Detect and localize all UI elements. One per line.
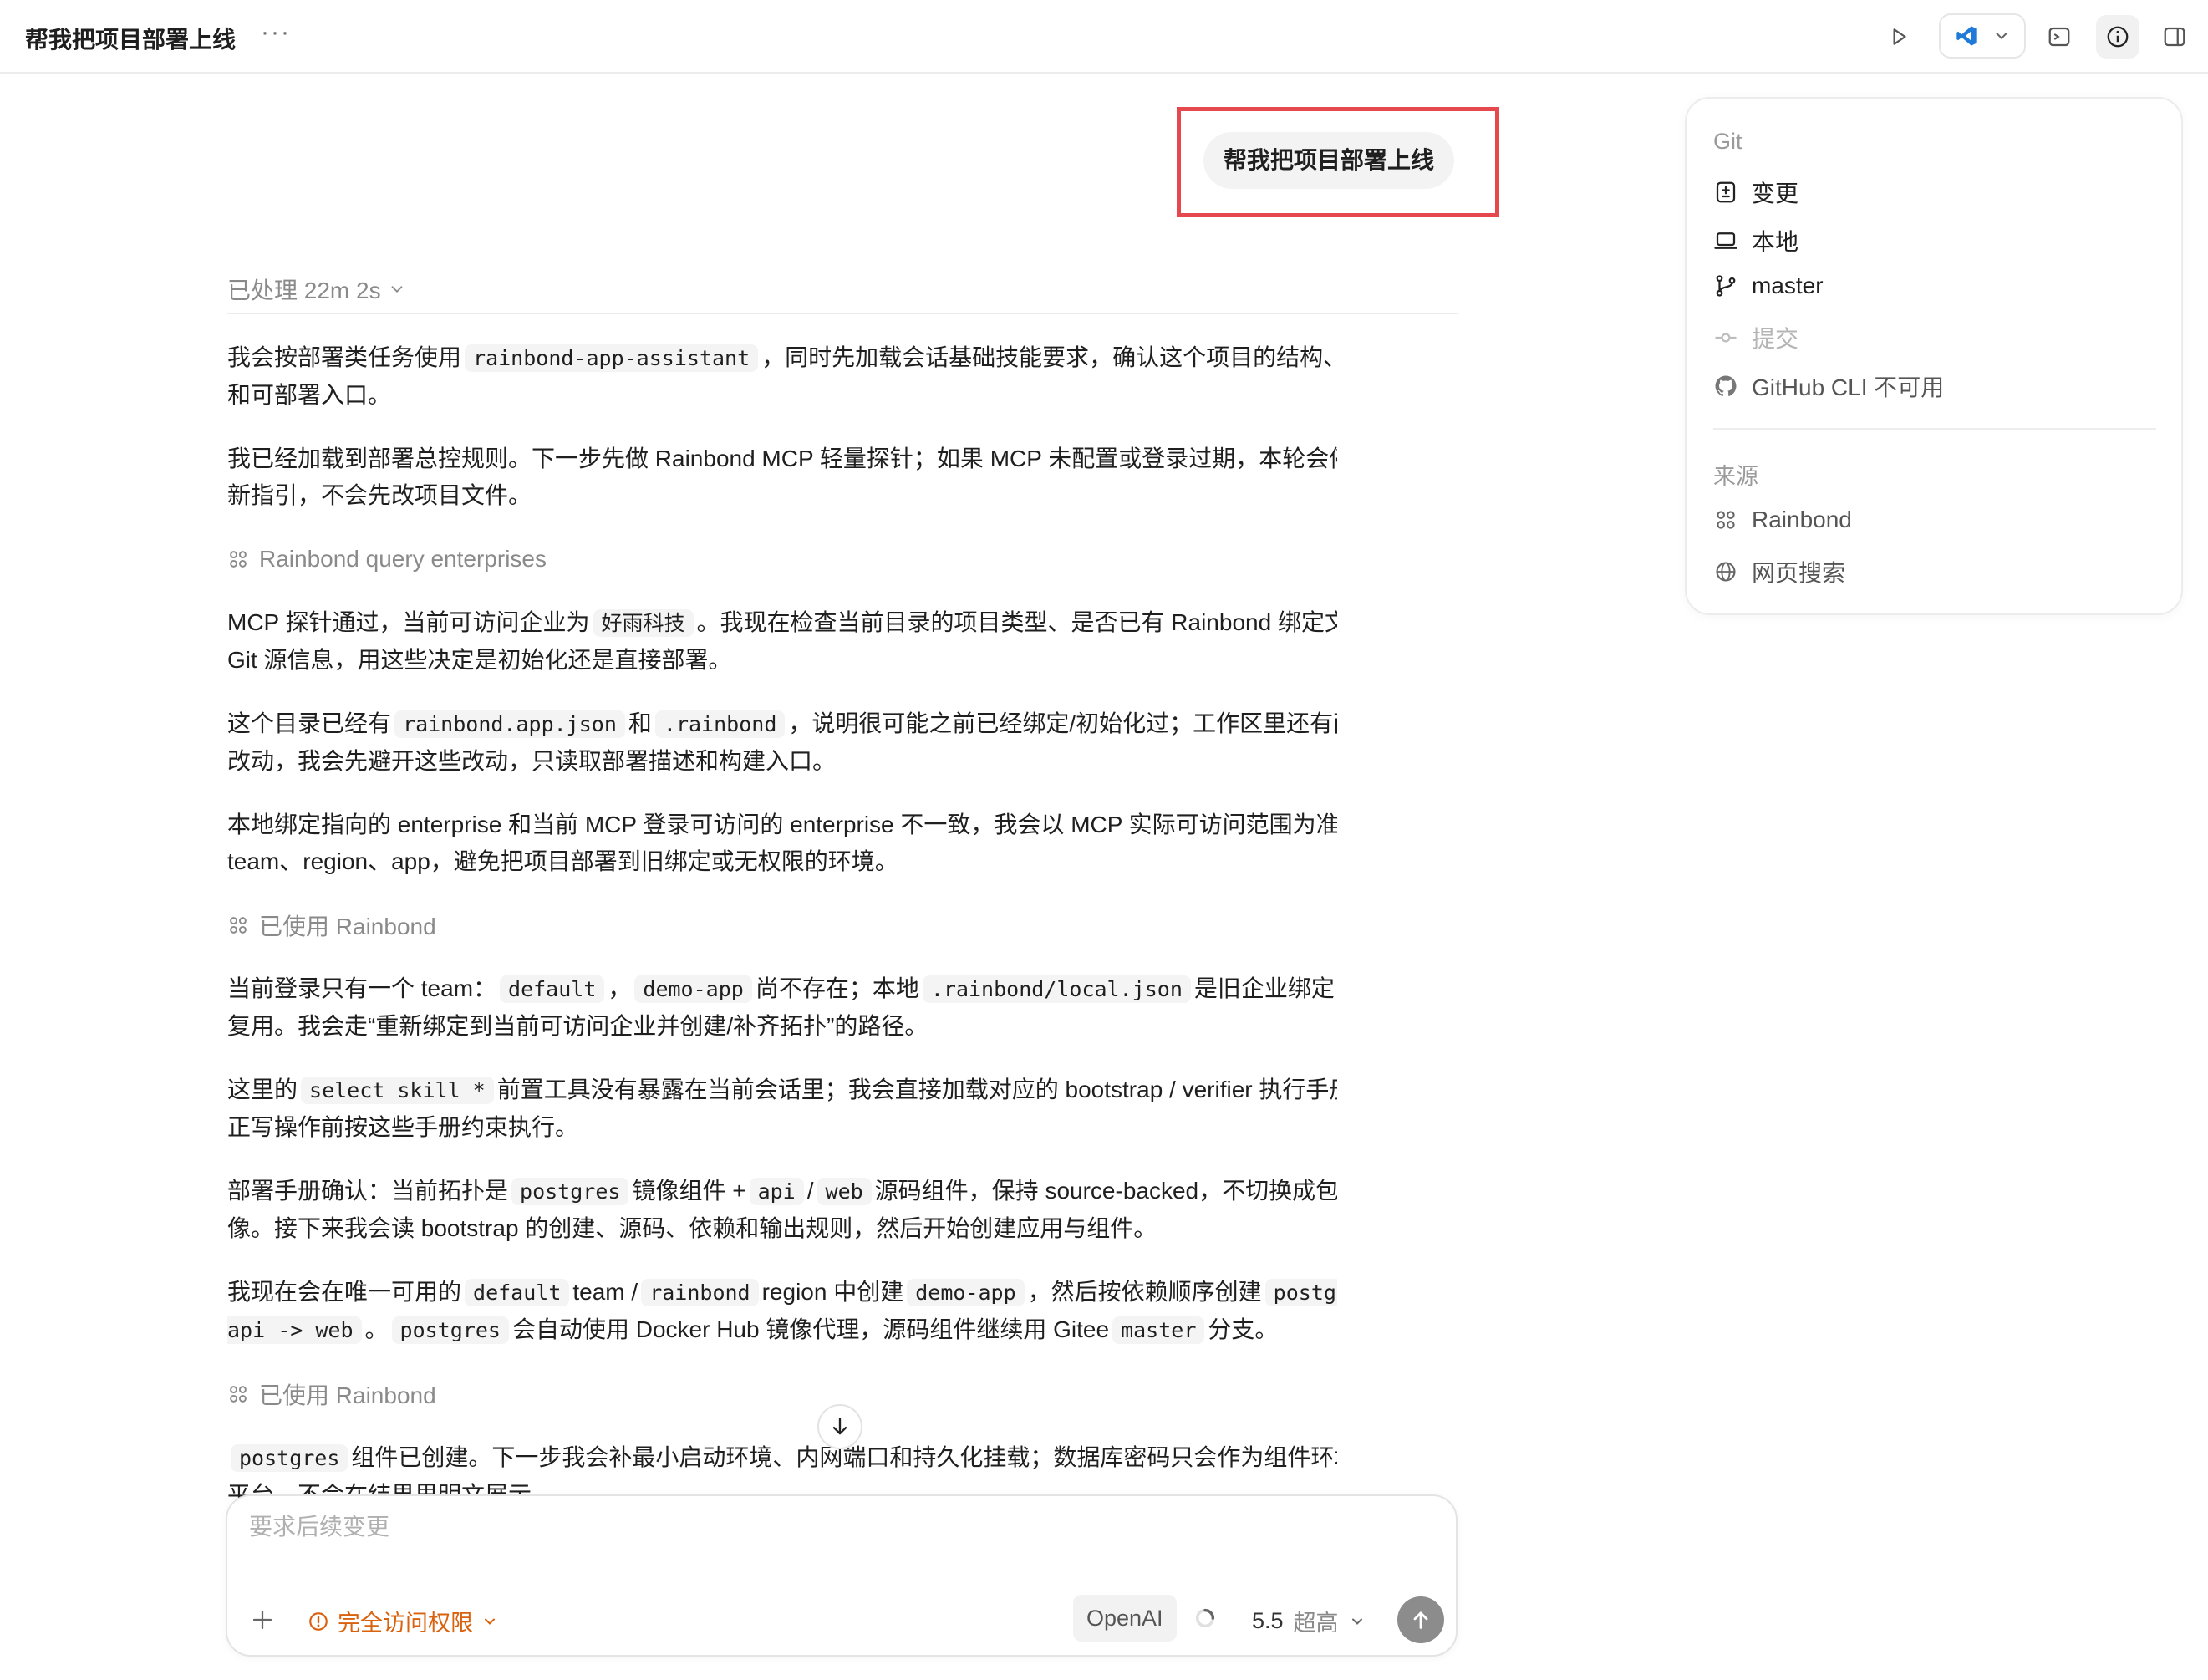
info-button[interactable]: [2096, 15, 2139, 59]
message-paragraph: 当前登录只有一个 team： default， demo-app 尚不存在；本地 .ra…: [227, 975, 1337, 1039]
tool-call-row[interactable]: 已使用 Rainbond: [227, 1376, 1337, 1413]
arrow-up-icon: [1413, 1611, 1428, 1629]
inline-code: web: [817, 1178, 872, 1205]
git-item-local[interactable]: 本地: [1713, 224, 1798, 257]
source-item-web-search[interactable]: 网页搜索: [1713, 555, 1845, 588]
info-icon: [2107, 26, 2129, 48]
loading-spinner-icon: [1195, 1608, 1215, 1628]
globe-icon: [1713, 559, 1738, 584]
tool-call-row[interactable]: Rainbond query enterprises: [227, 541, 1337, 578]
inline-code: postgres: [231, 1444, 348, 1472]
message-paragraph: 这个目录已经有 rainbond.app.json 和 .rainbond ，说明很可能…: [227, 710, 1337, 774]
divider: [1713, 428, 2156, 430]
tool-call-label: 已使用 Rainbond: [259, 914, 436, 939]
message-paragraph: 这里的 select_skill_* 前置工具没有暴露在当前会话里；我会直接加载对应…: [227, 1077, 1337, 1140]
send-button[interactable]: [1397, 1596, 1444, 1643]
inline-code: default: [500, 975, 605, 1003]
git-item-github-cli[interactable]: GitHub CLI 不可用: [1713, 369, 1944, 403]
warning-icon: [309, 1611, 328, 1631]
arrow-down-icon: [832, 1418, 847, 1435]
git-item-label: 本地: [1752, 229, 1799, 255]
inline-code: .rainbond: [654, 710, 786, 738]
rainbond-icon: [1713, 507, 1738, 532]
model-selector[interactable]: 5.5 超高: [1252, 1605, 1366, 1637]
sources-heading: 来源: [1713, 464, 1758, 489]
message-paragraph: 我已经加载到部署总控规则。下一步先做 Rainbond MCP 轻量探针；如果 …: [227, 445, 1337, 508]
chevron-down-icon: [1351, 1618, 1362, 1625]
inline-code: postgres: [391, 1316, 509, 1344]
terminal-button[interactable]: [2043, 20, 2076, 53]
message-paragraph: MCP 探针通过，当前可访问企业为 好雨科技 。我现在检查当前目录的项目类型、是否已…: [227, 609, 1337, 673]
follow-up-input[interactable]: [247, 1513, 1437, 1541]
inline-code: demo-app: [634, 975, 752, 1003]
message-paragraph: 部署手册确认：当前拓扑是 postgres 镜像组件 + api / web 源码组件，保持…: [227, 1178, 1337, 1241]
git-item-label: master: [1752, 272, 1824, 298]
message-paragraph: 本地绑定指向的 enterprise 和当前 MCP 登录可访问的 enterp…: [227, 812, 1337, 874]
commit-icon: [1713, 325, 1738, 350]
effort-label: 超高: [1293, 1611, 1339, 1636]
assistant-thread: 我会按部署类任务使用 rainbond-app-assistant ，同时先加载会话…: [227, 339, 1337, 1498]
git-item-changes[interactable]: 变更: [1713, 176, 1798, 209]
git-item-commit: 提交: [1713, 321, 1798, 354]
git-item-label: GitHub CLI 不可用: [1752, 374, 1945, 400]
source-item-rainbond[interactable]: Rainbond: [1713, 507, 1852, 533]
message-paragraph: 我现在会在唯一可用的 default team / rainbond region 中创…: [227, 1274, 1337, 1349]
git-item-branch[interactable]: master: [1713, 272, 1824, 299]
scroll-to-bottom-button[interactable]: [817, 1404, 862, 1449]
inline-code: demo-app: [907, 1279, 1025, 1306]
inline-code: select_skill_*: [301, 1077, 494, 1104]
message-paragraph: 我会按部署类任务使用 rainbond-app-assistant ，同时先加载会话…: [227, 344, 1337, 408]
inline-code: 好雨科技: [593, 609, 694, 637]
inline-code: master: [1112, 1316, 1205, 1344]
rainbond-icon: [230, 917, 247, 934]
composer: 完全访问权限 OpenAI 5.5 超高: [226, 1494, 1458, 1657]
vscode-icon: [1956, 26, 1977, 46]
git-heading: Git: [1713, 129, 1742, 154]
git-item-label: 提交: [1752, 326, 1799, 352]
thread-viewport: 我会按部署类任务使用 rainbond-app-assistant ，同时先加载会话…: [0, 0, 1337, 1498]
rainbond-icon: [230, 1386, 247, 1403]
chevron-down-icon: [1995, 33, 2007, 40]
run-button[interactable]: [1882, 20, 1915, 53]
inline-code: api: [749, 1178, 804, 1205]
access-level-dropdown[interactable]: 完全访问权限: [308, 1605, 498, 1637]
diff-icon: [1713, 180, 1738, 205]
access-level-label: 完全访问权限: [338, 1611, 473, 1636]
terminal-icon: [2048, 27, 2070, 47]
open-in-editor-button[interactable]: [1939, 13, 2026, 59]
github-icon: [1713, 374, 1738, 399]
sidebar-icon: [2164, 27, 2185, 47]
toggle-sidebar-button[interactable]: [2158, 20, 2191, 53]
tool-call-label: Rainbond query enterprises: [259, 546, 547, 572]
branch-icon: [1713, 273, 1738, 298]
git-item-label: 变更: [1752, 181, 1799, 206]
inline-code: rainbond.app.json: [394, 710, 625, 738]
tool-call-row[interactable]: 已使用 Rainbond: [227, 907, 1337, 944]
source-item-label: Rainbond: [1752, 507, 1852, 532]
model-label: 5.5: [1252, 1608, 1284, 1633]
add-attachment-button[interactable]: [246, 1603, 279, 1637]
chevron-down-icon: [485, 1618, 495, 1625]
inline-code: rainbond: [641, 1279, 759, 1306]
laptop-icon: [1713, 228, 1738, 253]
message-paragraph: postgres 组件已创建。下一步我会补最小启动环境、内网端口和持久化挂载；数据…: [227, 1444, 1337, 1498]
rainbond-icon: [230, 551, 247, 568]
info-panel: Git 变更 本地 master 提交 GitHub CLI 不可用 来源 Ra…: [1685, 97, 2183, 615]
tool-call-label: 已使用 Rainbond: [259, 1382, 436, 1408]
play-icon: [1893, 28, 1906, 45]
plus-icon: [252, 1610, 272, 1630]
source-item-label: 网页搜索: [1752, 560, 1846, 586]
inline-code: rainbond-app-assistant: [465, 344, 759, 372]
inline-code: postgres: [511, 1178, 629, 1205]
provider-badge[interactable]: OpenAI: [1073, 1595, 1177, 1642]
inline-code: default: [465, 1279, 570, 1306]
inline-code: .rainbond/local.json: [922, 975, 1191, 1003]
